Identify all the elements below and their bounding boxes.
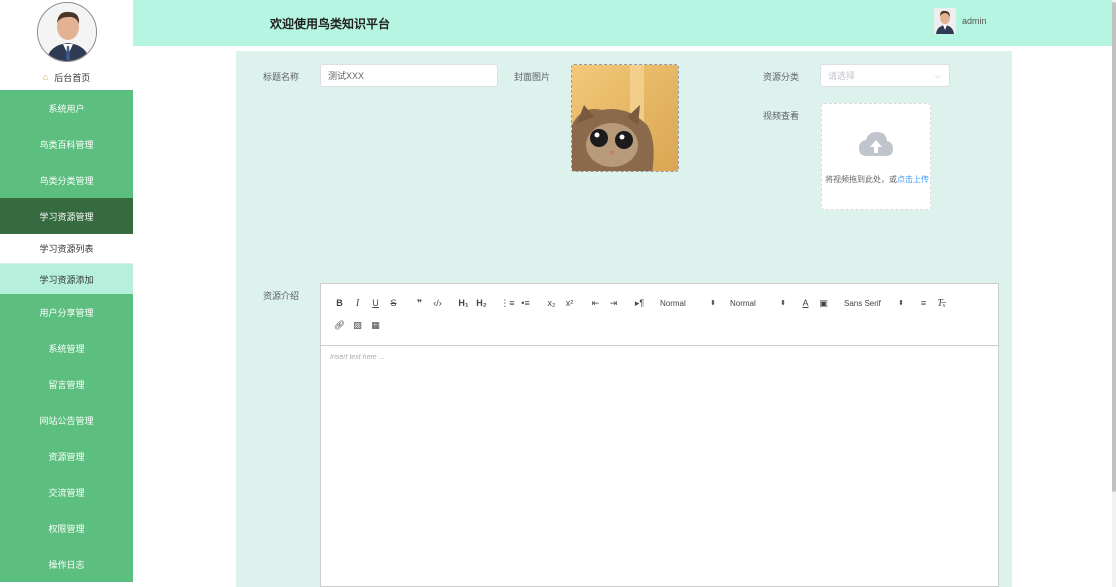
sidebar-item-system-users[interactable]: 系统用户 xyxy=(0,90,133,126)
sidebar: ⌂ 后台首页 系统用户 鸟类百科管理 鸟类分类管理 学习资源管理 学习资源列表 … xyxy=(0,0,133,587)
clear-format-button[interactable]: T̶ₓ xyxy=(933,294,950,312)
username: admin xyxy=(962,16,987,26)
sidebar-subitem-resource-list[interactable]: 学习资源列表 xyxy=(0,234,133,264)
category-placeholder: 请选择 xyxy=(828,71,856,81)
page-scrollbar[interactable] xyxy=(1112,0,1116,587)
size-picker-value: Normal xyxy=(730,298,756,308)
ordered-list-button[interactable]: ⋮≡ xyxy=(499,294,516,312)
heading2-button[interactable]: H₂ xyxy=(473,294,490,312)
top-header: 欢迎使用鸟类知识平台 admin xyxy=(133,0,1116,46)
heading1-button[interactable]: H₁ xyxy=(455,294,472,312)
sidebar-menu: 系统用户 鸟类百科管理 鸟类分类管理 学习资源管理 学习资源列表 学习资源添加 … xyxy=(0,90,133,582)
cover-image-upload[interactable] xyxy=(571,64,679,172)
header-picker-value: Normal xyxy=(660,298,686,308)
sidebar-item-exchange[interactable]: 交流管理 xyxy=(0,474,133,510)
sidebar-item-permissions[interactable]: 权限管理 xyxy=(0,510,133,546)
bullet-list-button[interactable]: •≡ xyxy=(517,294,534,312)
user-menu[interactable]: admin xyxy=(934,8,987,34)
code-block-button[interactable]: ‹/› xyxy=(429,294,446,312)
form-panel: 标题名称 测试XXX 封面图片 资源分类 请选择 ⌵ 视频查看 将视频拖到此处，… xyxy=(236,51,1012,587)
sidebar-item-user-share[interactable]: 用户分享管理 xyxy=(0,294,133,330)
align-button[interactable]: ≡ xyxy=(915,294,932,312)
video-icon[interactable]: ▦ xyxy=(367,316,384,334)
toolbar-row-2: 🔗︎ ▨ ▦ xyxy=(331,314,990,336)
font-picker[interactable]: Sans Serif ⬍ xyxy=(841,294,907,312)
text-color-button[interactable]: A xyxy=(797,294,814,312)
indent-button[interactable]: ⇥ xyxy=(605,294,622,312)
outdent-button[interactable]: ⇤ xyxy=(587,294,604,312)
editor-toolbar: B I U S ❞ ‹/› H₁ H₂ ⋮≡ •≡ x₂ x² ⇤ ⇥ ▸¶ N… xyxy=(321,284,998,346)
rich-text-editor: B I U S ❞ ‹/› H₁ H₂ ⋮≡ •≡ x₂ x² ⇤ ⇥ ▸¶ N… xyxy=(320,283,999,587)
updown-icon: ⬍ xyxy=(780,300,786,307)
subscript-button[interactable]: x₂ xyxy=(543,294,560,312)
home-icon: ⌂ xyxy=(42,72,49,82)
sidebar-item-system[interactable]: 系统管理 xyxy=(0,330,133,366)
sidebar-item-learning-resources[interactable]: 学习资源管理 xyxy=(0,198,133,234)
sidebar-item-messages[interactable]: 留言管理 xyxy=(0,366,133,402)
toolbar-row-1: B I U S ❞ ‹/› H₁ H₂ ⋮≡ •≡ x₂ x² ⇤ ⇥ ▸¶ N… xyxy=(331,292,990,314)
sidebar-item-announcements[interactable]: 网站公告管理 xyxy=(0,402,133,438)
font-picker-value: Sans Serif xyxy=(844,298,881,308)
sidebar-item-bird-encyclopedia[interactable]: 鸟类百科管理 xyxy=(0,126,133,162)
page-title: 欢迎使用鸟类知识平台 xyxy=(270,17,391,31)
blockquote-button[interactable]: ❞ xyxy=(411,294,428,312)
background-color-button[interactable]: ▣ xyxy=(815,294,832,312)
chevron-down-icon: ⌵ xyxy=(934,71,941,80)
sidebar-avatar-area xyxy=(0,0,133,64)
upload-link[interactable]: 点击上传 xyxy=(897,175,929,184)
cloud-upload-icon xyxy=(859,132,893,156)
category-label: 资源分类 xyxy=(763,72,800,82)
updown-icon: ⬍ xyxy=(898,300,904,307)
app-root: ⌂ 后台首页 系统用户 鸟类百科管理 鸟类分类管理 学习资源管理 学习资源列表 … xyxy=(0,0,1116,587)
upload-tip: 将视频拖到此处，或点击上传 xyxy=(822,174,932,185)
avatar xyxy=(36,2,97,62)
text-direction-button[interactable]: ▸¶ xyxy=(631,294,648,312)
cover-label: 封面图片 xyxy=(514,72,551,82)
sidebar-subitem-resource-add[interactable]: 学习资源添加 xyxy=(0,264,133,294)
user-avatar xyxy=(934,8,956,34)
scrollbar-thumb[interactable] xyxy=(1112,2,1116,492)
editor-content[interactable]: Insert text here ... xyxy=(321,346,998,369)
title-label: 标题名称 xyxy=(263,72,300,82)
intro-label: 资源介绍 xyxy=(263,291,300,301)
header-picker[interactable]: Normal ⬍ xyxy=(657,294,719,312)
italic-button[interactable]: I xyxy=(349,294,366,312)
sidebar-home-link[interactable]: ⌂ 后台首页 xyxy=(0,64,133,90)
image-icon[interactable]: ▨ xyxy=(349,316,366,334)
bold-button[interactable]: B xyxy=(331,294,348,312)
cover-image xyxy=(572,65,678,171)
sidebar-home-label: 后台首页 xyxy=(54,72,91,83)
superscript-button[interactable]: x² xyxy=(561,294,578,312)
strike-button[interactable]: S xyxy=(385,294,402,312)
upload-tip-text: 将视频拖到此处，或 xyxy=(825,175,897,184)
category-select[interactable]: 请选择 ⌵ xyxy=(820,64,950,87)
size-picker[interactable]: Normal ⬍ xyxy=(727,294,789,312)
link-icon[interactable]: 🔗︎ xyxy=(331,316,348,334)
sidebar-item-resources[interactable]: 资源管理 xyxy=(0,438,133,474)
video-label: 视频查看 xyxy=(763,111,800,121)
underline-button[interactable]: U xyxy=(367,294,384,312)
sidebar-item-bird-category[interactable]: 鸟类分类管理 xyxy=(0,162,133,198)
video-upload-dropzone[interactable]: 将视频拖到此处，或点击上传 xyxy=(821,103,931,210)
sidebar-item-operation-log[interactable]: 操作日志 xyxy=(0,546,133,582)
title-input[interactable]: 测试XXX xyxy=(320,64,498,87)
updown-icon: ⬍ xyxy=(710,300,716,307)
